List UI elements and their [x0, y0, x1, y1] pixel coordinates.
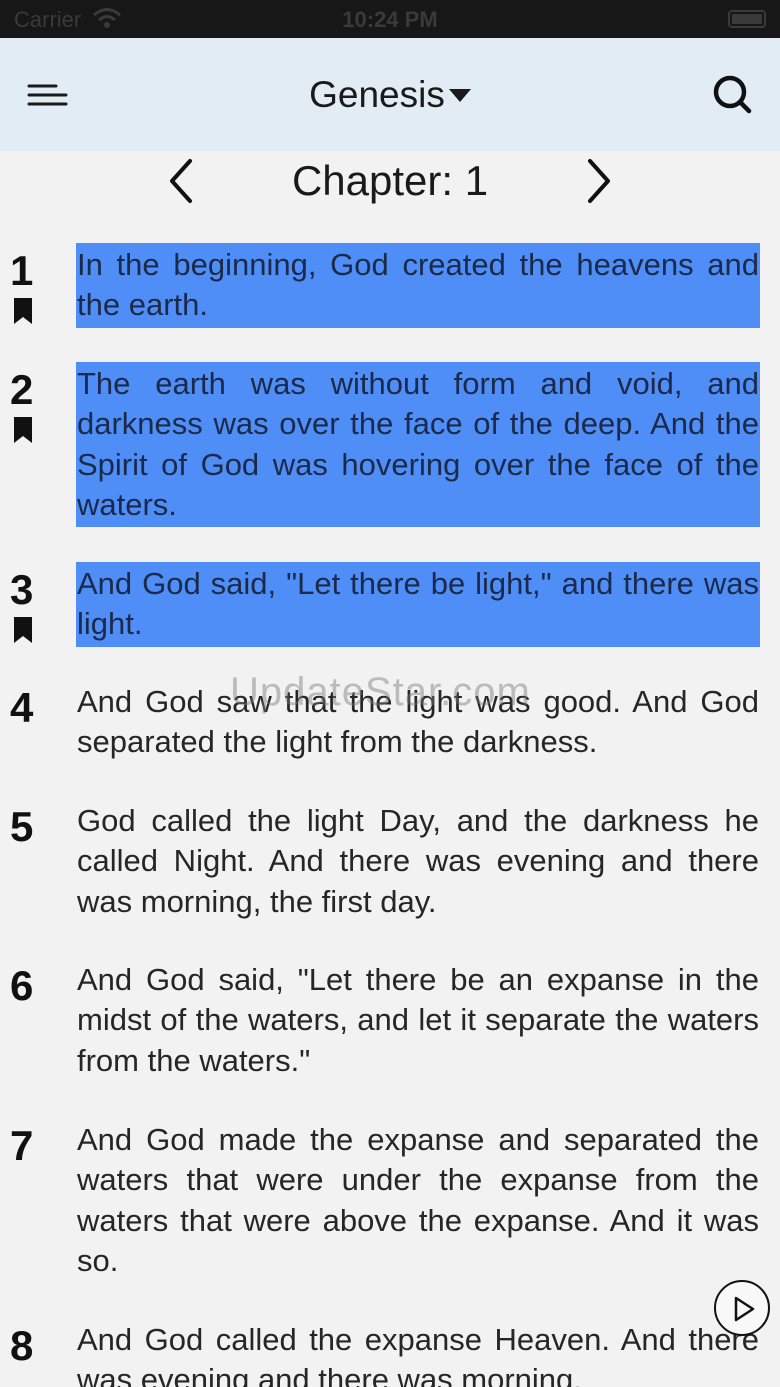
- verse-text: The earth was without form and void, and…: [76, 362, 760, 528]
- verse-number: 4: [10, 684, 34, 731]
- chevron-right-icon[interactable]: [582, 155, 616, 207]
- play-button[interactable]: [714, 1280, 770, 1336]
- verse-number: 8: [10, 1322, 34, 1369]
- chevron-down-icon: [448, 88, 471, 102]
- verse-text: God called the light Day, and the darkne…: [77, 803, 759, 919]
- verse-number: 7: [10, 1122, 34, 1169]
- status-time: 10:24 PM: [342, 7, 438, 32]
- battery-icon: [728, 10, 766, 28]
- navigation-bar: Genesis: [0, 38, 780, 151]
- bookmark-icon[interactable]: [13, 417, 33, 443]
- verse-text: In the beginning, God created the heaven…: [76, 243, 760, 328]
- bookmark-icon[interactable]: [13, 617, 33, 643]
- verse-text: And God called the expanse Heaven. And t…: [77, 1322, 759, 1387]
- play-icon: [734, 1296, 755, 1322]
- verse-text: And God made the expanse and separated t…: [77, 1122, 759, 1278]
- bookmark-icon[interactable]: [13, 298, 33, 324]
- verse-number: 5: [10, 803, 34, 850]
- chapter-navigator: Chapter: 1: [0, 151, 780, 211]
- verse-text: And God saw that the light was good. And…: [77, 684, 759, 760]
- verse-number: 6: [10, 962, 34, 1009]
- verse-number: 2: [10, 366, 34, 413]
- book-title: Genesis: [309, 74, 445, 115]
- search-icon[interactable]: [712, 74, 754, 116]
- book-selector[interactable]: Genesis: [0, 74, 780, 116]
- verse-text: And God said, "Let there be an expanse i…: [77, 962, 759, 1078]
- verse-text: And God said, "Let there be light," and …: [76, 562, 760, 647]
- verse-number: 1: [10, 247, 34, 294]
- status-bar: Carrier 10:24 PM: [0, 0, 780, 38]
- chapter-label: Chapter: 1: [291, 157, 489, 204]
- verse-number: 3: [10, 566, 34, 613]
